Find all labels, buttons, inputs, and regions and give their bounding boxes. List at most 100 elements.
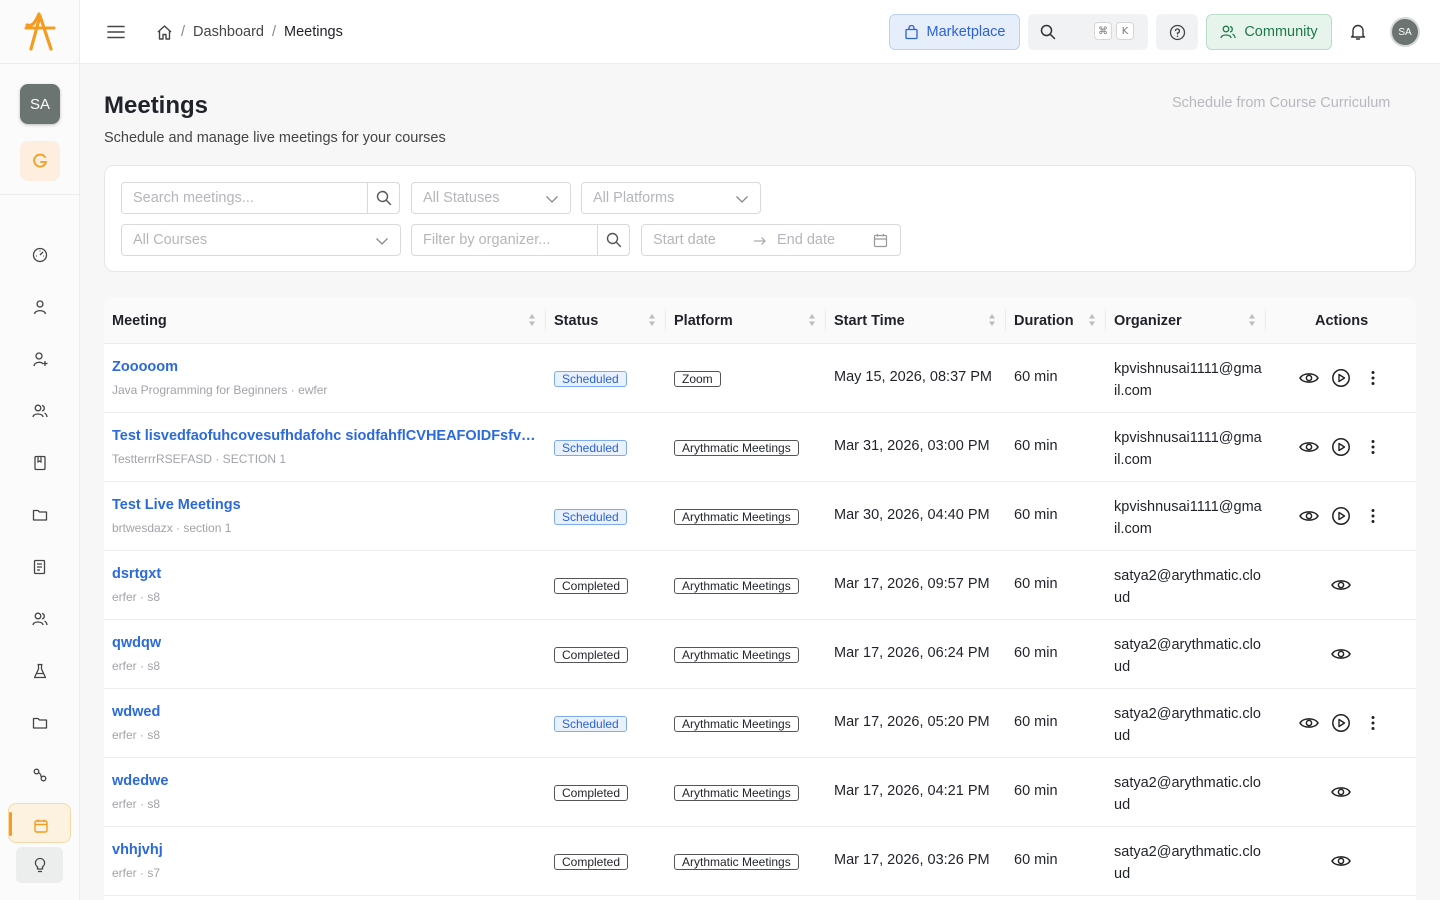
view-icon[interactable] (1298, 436, 1320, 458)
user-icon[interactable] (28, 295, 52, 319)
flask-icon[interactable] (28, 659, 52, 683)
sort-icon[interactable] (988, 313, 996, 327)
marketplace-button[interactable]: Marketplace (889, 14, 1020, 50)
sort-icon[interactable] (528, 313, 536, 327)
sort-icon[interactable] (1248, 313, 1256, 327)
arrow-right-icon (754, 237, 766, 245)
notifications-button[interactable] (1348, 22, 1368, 42)
marketplace-label: Marketplace (926, 24, 1006, 40)
status-select[interactable]: All Statuses (411, 182, 571, 214)
view-icon[interactable] (1330, 643, 1352, 665)
platform-badge: Zoom (674, 371, 721, 387)
duration-cell: 60 min (1014, 507, 1058, 523)
column-meeting[interactable]: Meeting (112, 297, 167, 344)
meeting-title-link[interactable]: dsrtgxt (112, 566, 542, 582)
column-organizer[interactable]: Organizer (1114, 297, 1182, 344)
status-badge: Completed (554, 647, 629, 663)
start-meeting-icon[interactable] (1330, 367, 1352, 389)
meeting-course-section: erfer · s7 (112, 866, 161, 880)
organizer-cell: kpvishnusai1111@gmail.com (1114, 430, 1262, 468)
user-avatar[interactable]: SA (1390, 17, 1420, 47)
organizer-filter-input[interactable]: Filter by organizer... (411, 224, 630, 256)
view-icon[interactable] (1298, 712, 1320, 734)
meeting-title-link[interactable]: wdwed (112, 704, 542, 720)
view-icon[interactable] (1298, 505, 1320, 527)
more-options-icon[interactable] (1362, 367, 1384, 389)
sidebar-item-meetings[interactable] (8, 803, 71, 843)
meeting-title-link[interactable]: vhhjvhj (112, 842, 542, 858)
meeting-title-link[interactable]: Test lisvedfaofuhcovesufhdafohc siodfahf… (112, 428, 542, 444)
dashboard-icon[interactable] (28, 243, 52, 267)
view-icon[interactable] (1330, 850, 1352, 872)
book-icon[interactable] (28, 451, 52, 475)
meeting-title-link[interactable]: qwdqw (112, 635, 542, 651)
start-date-placeholder[interactable]: Start date (653, 232, 716, 248)
start-meeting-icon[interactable] (1330, 436, 1352, 458)
end-date-placeholder[interactable]: End date (777, 232, 835, 248)
start-time-cell: Mar 31, 2026, 03:00 PM (834, 438, 990, 454)
hamburger-icon (107, 25, 125, 39)
platform-badge: Arythmatic Meetings (674, 578, 799, 594)
organizer-cell: satya2@arythmatic.cloud (1114, 568, 1261, 606)
chevron-down-icon (376, 238, 388, 245)
column-platform[interactable]: Platform (674, 297, 733, 344)
course-select[interactable]: All Courses (121, 224, 401, 256)
user-add-icon[interactable] (28, 347, 52, 371)
help-icon (1169, 24, 1185, 40)
duration-cell: 60 min (1014, 645, 1058, 661)
sort-icon[interactable] (808, 313, 816, 327)
meeting-course-section: erfer · s8 (112, 728, 161, 742)
folder-icon[interactable] (28, 503, 52, 527)
date-range-picker[interactable]: Start date End date (641, 224, 901, 256)
users-icon[interactable] (28, 399, 52, 423)
calendar-icon (34, 819, 48, 833)
sidebar-avatar[interactable]: SA (20, 84, 60, 124)
column-duration[interactable]: Duration (1014, 297, 1074, 344)
logo[interactable] (0, 0, 80, 64)
duration-cell: 60 min (1014, 714, 1058, 730)
meeting-title-link[interactable]: wdedwe (112, 773, 542, 789)
sidebar-brand-button[interactable] (20, 141, 60, 181)
search-meetings-input[interactable]: Search meetings... (121, 182, 400, 214)
breadcrumb-dashboard[interactable]: Dashboard (193, 24, 264, 40)
organizer-search-button[interactable] (597, 224, 630, 256)
help-button[interactable] (1156, 14, 1198, 50)
global-search-button[interactable]: ⌘ K (1028, 14, 1148, 50)
more-options-icon[interactable] (1362, 712, 1384, 734)
more-options-icon[interactable] (1362, 505, 1384, 527)
schedule-from-curriculum-button[interactable]: Schedule from Course Curriculum (1172, 95, 1390, 111)
meeting-title-link[interactable]: Zooooom (112, 359, 542, 375)
status-badge: Completed (554, 854, 629, 870)
platform-badge: Arythmatic Meetings (674, 440, 799, 456)
home-icon[interactable] (156, 24, 173, 41)
integration-icon[interactable] (28, 763, 52, 787)
menu-toggle-button[interactable] (106, 22, 126, 42)
start-meeting-icon[interactable] (1330, 505, 1352, 527)
start-meeting-icon[interactable] (1330, 712, 1352, 734)
refresh-icon (33, 153, 48, 168)
view-icon[interactable] (1298, 367, 1320, 389)
platform-badge: Arythmatic Meetings (674, 509, 799, 525)
search-icon (1040, 24, 1056, 40)
column-status[interactable]: Status (554, 297, 598, 344)
report-icon[interactable] (28, 555, 52, 579)
search-meetings-button[interactable] (367, 182, 400, 214)
platform-select[interactable]: All Platforms (581, 182, 761, 214)
column-start-time[interactable]: Start Time (834, 297, 905, 344)
sort-icon[interactable] (648, 313, 656, 327)
breadcrumb: / Dashboard / Meetings (156, 22, 343, 42)
tips-button[interactable] (16, 847, 63, 883)
start-time-cell: Mar 30, 2026, 04:40 PM (834, 507, 990, 523)
kbd-cmd: ⌘ (1094, 22, 1112, 40)
organizer-cell: kpvishnusai1111@gmail.com (1114, 499, 1262, 537)
more-options-icon[interactable] (1362, 436, 1384, 458)
view-icon[interactable] (1330, 574, 1352, 596)
users-icon[interactable] (28, 607, 52, 631)
meeting-title-link[interactable]: Test Live Meetings (112, 497, 542, 513)
organizer-cell: satya2@arythmatic.cloud (1114, 844, 1261, 882)
folder-icon[interactable] (28, 711, 52, 735)
community-button[interactable]: Community (1206, 14, 1332, 50)
sort-icon[interactable] (1088, 313, 1096, 327)
kbd-k: K (1116, 22, 1134, 40)
view-icon[interactable] (1330, 781, 1352, 803)
